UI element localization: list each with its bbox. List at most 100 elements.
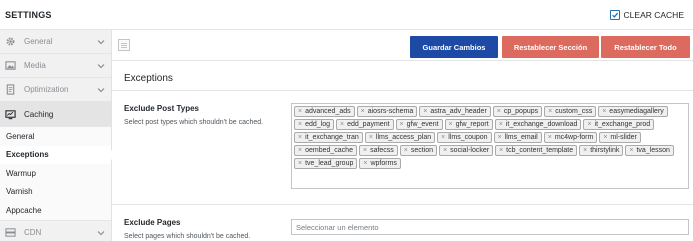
clear-cache-checkbox[interactable]: [609, 10, 620, 20]
document-icon[interactable]: [118, 39, 130, 51]
remove-tag-icon[interactable]: ×: [497, 108, 501, 115]
remove-tag-icon[interactable]: ×: [449, 121, 453, 128]
selected-tag[interactable]: × llms_coupon: [437, 132, 492, 143]
selected-tag[interactable]: × social-locker: [439, 145, 494, 156]
selected-tag[interactable]: × it_exchange_tran: [294, 132, 363, 143]
sidebar-item-label: Caching: [24, 109, 54, 119]
tag-label: it_exchange_tran: [305, 134, 359, 141]
selected-tag[interactable]: × llms_email: [493, 132, 542, 143]
remove-tag-icon[interactable]: ×: [361, 108, 365, 115]
page-title: SETTINGS: [5, 10, 52, 20]
tag-label: llms_access_plan: [375, 134, 432, 141]
remove-tag-icon[interactable]: ×: [363, 147, 367, 154]
exclude-pages-description: Select pages which shouldn't be cached.: [124, 233, 251, 240]
save-changes-button[interactable]: Guardar Cambios: [410, 36, 498, 58]
exclude-post-types-description: Select post types which shouldn't be cac…: [124, 119, 264, 126]
remove-tag-icon[interactable]: ×: [498, 134, 502, 141]
tag-label: ml-slider: [610, 134, 637, 141]
sidebar: General Media Optimization Caching Gener…: [0, 30, 112, 241]
remove-tag-icon[interactable]: ×: [499, 147, 503, 154]
image-icon: [4, 60, 16, 72]
selected-tag[interactable]: × it_exchange_prod: [583, 119, 655, 130]
sidebar-item-caching[interactable]: Caching: [0, 102, 111, 127]
selected-tag[interactable]: × it_exchange_download: [494, 119, 582, 130]
remove-tag-icon[interactable]: ×: [400, 121, 404, 128]
reset-section-button[interactable]: Restablecer Sección: [502, 36, 599, 58]
caching-submenu: General Exceptions Warmup Varnish Appcac…: [0, 127, 112, 221]
tag-label: mc4wp-form: [554, 134, 594, 141]
remove-tag-icon[interactable]: ×: [404, 147, 408, 154]
selected-tag[interactable]: × llms_access_plan: [364, 132, 436, 143]
selected-tag[interactable]: × tva_lesson: [625, 145, 674, 156]
selected-tag[interactable]: × edd_log: [294, 119, 335, 130]
exclude-pages-placeholder: Seleccionar un elemento: [296, 222, 379, 232]
submenu-item-warmup[interactable]: Warmup: [0, 164, 111, 183]
chevron-down-icon: [97, 88, 105, 93]
remove-tag-icon[interactable]: ×: [298, 147, 302, 154]
selected-tag[interactable]: × easymediagallery: [598, 106, 668, 117]
selected-tag[interactable]: × section: [399, 145, 438, 156]
remove-tag-icon[interactable]: ×: [548, 108, 552, 115]
selected-tag[interactable]: × tve_lead_group: [294, 158, 358, 169]
submenu-item-varnish[interactable]: Varnish: [0, 182, 111, 201]
reset-all-button[interactable]: Restablecer Todo: [601, 36, 690, 58]
tag-label: edd_payment: [347, 121, 390, 128]
selected-tag[interactable]: × tcb_content_template: [495, 145, 578, 156]
remove-tag-icon[interactable]: ×: [548, 134, 552, 141]
remove-tag-icon[interactable]: ×: [298, 134, 302, 141]
remove-tag-icon[interactable]: ×: [443, 147, 447, 154]
settings-header: SETTINGS CLEAR CACHE: [0, 0, 693, 30]
remove-tag-icon[interactable]: ×: [587, 121, 591, 128]
selected-tag[interactable]: × wpforms: [359, 158, 401, 169]
section-title: Exceptions: [124, 73, 173, 84]
remove-tag-icon[interactable]: ×: [298, 108, 302, 115]
selected-tag[interactable]: × mc4wp-form: [543, 132, 598, 143]
selected-tag[interactable]: × astra_adv_header: [419, 106, 491, 117]
sidebar-item-optimization[interactable]: Optimization: [0, 78, 111, 102]
sidebar-item-label: General: [24, 37, 53, 46]
remove-tag-icon[interactable]: ×: [298, 160, 302, 167]
sidebar-item-cdn[interactable]: CDN: [0, 221, 111, 241]
selected-tag[interactable]: × oembed_cache: [294, 145, 357, 156]
file-icon: [4, 84, 16, 96]
remove-tag-icon[interactable]: ×: [298, 121, 302, 128]
exclude-pages-select[interactable]: Seleccionar un elemento: [291, 219, 689, 235]
remove-tag-icon[interactable]: ×: [499, 121, 503, 128]
remove-tag-icon[interactable]: ×: [340, 121, 344, 128]
exclude-post-types-select[interactable]: × advanced_ads × aiosrs-schema × astra_adv_he…: [291, 103, 689, 189]
tag-label: advanced_ads: [305, 108, 351, 115]
selected-tag[interactable]: × edd_payment: [336, 119, 394, 130]
sidebar-item-label: Optimization: [24, 85, 69, 94]
selected-tag[interactable]: × custom_css: [544, 106, 597, 117]
sidebar-item-general[interactable]: General: [0, 30, 111, 54]
selected-tag[interactable]: × cp_popups: [492, 106, 543, 117]
clear-cache-label: CLEAR CACHE: [623, 10, 684, 20]
tag-label: tva_lesson: [636, 147, 670, 154]
tag-label: it_exchange_download: [505, 121, 578, 128]
selected-tag[interactable]: × advanced_ads: [294, 106, 355, 117]
main-content: Guardar Cambios Restablecer Sección Rest…: [112, 30, 693, 241]
remove-tag-icon[interactable]: ×: [583, 147, 587, 154]
submenu-item-exceptions[interactable]: Exceptions: [0, 145, 112, 164]
sidebar-item-label: CDN: [24, 227, 42, 237]
sidebar-item-media[interactable]: Media: [0, 54, 111, 78]
selected-tag[interactable]: × ml-slider: [599, 132, 641, 143]
selected-tag[interactable]: × gfw_event: [395, 119, 443, 130]
remove-tag-icon[interactable]: ×: [369, 134, 373, 141]
selected-tag[interactable]: × safecss: [358, 145, 398, 156]
remove-tag-icon[interactable]: ×: [363, 160, 367, 167]
chevron-down-icon: [97, 40, 105, 45]
selected-tag[interactable]: × gfw_report: [444, 119, 493, 130]
tag-label: tve_lead_group: [305, 160, 354, 167]
remove-tag-icon[interactable]: ×: [423, 108, 427, 115]
selected-tag[interactable]: × thirstylink: [579, 145, 624, 156]
remove-tag-icon[interactable]: ×: [629, 147, 633, 154]
remove-tag-icon[interactable]: ×: [602, 108, 606, 115]
selected-tag[interactable]: × aiosrs-schema: [356, 106, 418, 117]
submenu-item-general[interactable]: General: [0, 127, 111, 146]
submenu-item-appcache[interactable]: Appcache: [0, 201, 111, 220]
remove-tag-icon[interactable]: ×: [603, 134, 607, 141]
chevron-down-icon: [97, 64, 105, 69]
remove-tag-icon[interactable]: ×: [441, 134, 445, 141]
clear-cache-toggle[interactable]: CLEAR CACHE: [609, 10, 684, 20]
